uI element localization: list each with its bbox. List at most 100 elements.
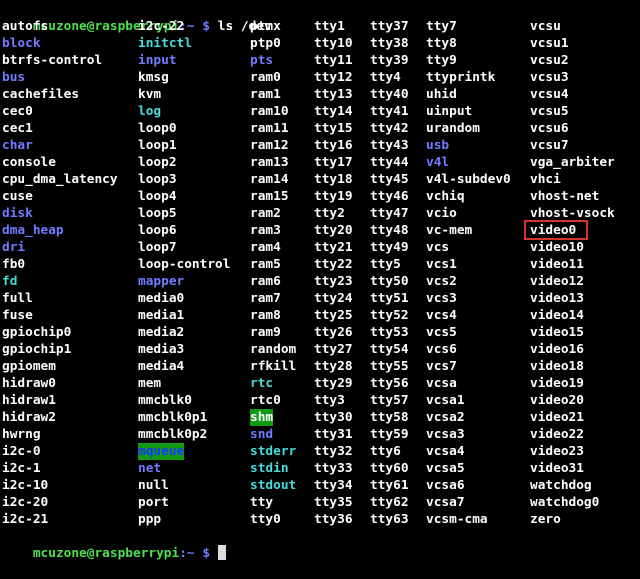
entry-net: net — [138, 461, 162, 476]
entry-video11: video11 — [530, 257, 584, 272]
entry-kmsg: kmsg — [138, 70, 169, 85]
entry-loop3: loop3 — [138, 172, 177, 187]
entry-vcsa4: vcsa4 — [426, 444, 465, 459]
entry-tty56: tty56 — [370, 376, 409, 391]
listing-row: hidraw2 mmcblk0p1 shm tty30 tty58 vcsa2 video2… — [0, 409, 640, 426]
entry-vcsu6: vcsu6 — [530, 121, 569, 136]
entry-mqueue: mqueue — [138, 443, 185, 460]
entry-tty2: tty2 — [314, 206, 345, 221]
entry-tty16: tty16 — [314, 138, 353, 153]
entry-i2c-20: i2c-20 — [2, 495, 49, 510]
entry-block: block — [2, 36, 41, 51]
entry-ram9: ram9 — [250, 325, 281, 340]
entry-tty24: tty24 — [314, 291, 353, 306]
listing-row: hidraw0 mem rtc tty29 tty56 vcsa video19 — [0, 375, 640, 392]
entry-loop1: loop1 — [138, 138, 177, 153]
entry-video16: video16 — [530, 342, 584, 357]
terminal-window[interactable]: mcuzone@raspberrypi:~ $ ls /dev autofs i2… — [0, 0, 640, 561]
entry-tty15: tty15 — [314, 121, 353, 136]
entry-tty1: tty1 — [314, 19, 345, 34]
entry-bus: bus — [2, 70, 26, 85]
entry-media1: media1 — [138, 308, 185, 323]
entry-char: char — [2, 138, 33, 153]
entry-vcio: vcio — [426, 206, 457, 221]
entry-loop5: loop5 — [138, 206, 177, 221]
entry-tty14: tty14 — [314, 104, 353, 119]
entry-loop2: loop2 — [138, 155, 177, 170]
entry-loop6: loop6 — [138, 223, 177, 238]
entry-vcsa: vcsa — [426, 376, 457, 391]
entry-tty7: tty7 — [426, 19, 457, 34]
entry-media2: media2 — [138, 325, 185, 340]
entry-tty61: tty61 — [370, 478, 409, 493]
entry-disk: disk — [2, 206, 33, 221]
listing-row: fb0 loop-control ram5 tty22 tty5 vcs1 video11 — [0, 256, 640, 273]
entry-snd: snd — [250, 427, 274, 442]
listing-row: i2c-10 null stdout tty34 tty61 vcsa6 watchdog — [0, 477, 640, 494]
entry-media4: media4 — [138, 359, 185, 374]
listing-row: char loop1 ram12 tty16 tty43 usb vcsu7 — [0, 137, 640, 154]
current-prompt-line[interactable]: mcuzone@raspberrypi:~ $ — [2, 528, 226, 561]
entry-tty23: tty23 — [314, 274, 353, 289]
entry-ram10: ram10 — [250, 104, 289, 119]
entry-tty8: tty8 — [426, 36, 457, 51]
entry-rfkill: rfkill — [250, 359, 297, 374]
entry-stderr: stderr — [250, 444, 297, 459]
entry-tty37: tty37 — [370, 19, 409, 34]
entry-cpu-dma-latency: cpu_dma_latency — [2, 172, 118, 187]
entry-mapper: mapper — [138, 274, 185, 289]
listing-row: gpiochip0 media2 ram9 tty26 tty53 vcs5 video15 — [0, 324, 640, 341]
entry-media3: media3 — [138, 342, 185, 357]
entry-video31: video31 — [530, 461, 584, 476]
entry-fd: fd — [2, 274, 18, 289]
entry-vga-arbiter: vga_arbiter — [530, 155, 615, 170]
entry-cec0: cec0 — [2, 104, 33, 119]
entry-tty52: tty52 — [370, 308, 409, 323]
listing-row: cuse loop4 ram15 tty19 tty46 vchiq vhost-net — [0, 188, 640, 205]
entry-tty49: tty49 — [370, 240, 409, 255]
entry-ram3: ram3 — [250, 223, 281, 238]
entry-vcsu2: vcsu2 — [530, 53, 569, 68]
entry-tty34: tty34 — [314, 478, 353, 493]
entry-ram12: ram12 — [250, 138, 289, 153]
entry-tty: tty — [250, 495, 274, 510]
entry-urandom: urandom — [426, 121, 480, 136]
entry-hidraw0: hidraw0 — [2, 376, 56, 391]
entry-log: log — [138, 104, 162, 119]
entry-stdout: stdout — [250, 478, 297, 493]
entry-tty20: tty20 — [314, 223, 353, 238]
entry-tty10: tty10 — [314, 36, 353, 51]
entry-hwrng: hwrng — [2, 427, 41, 442]
entry-mmcblk0p1: mmcblk0p1 — [138, 410, 208, 425]
entry-tty12: tty12 — [314, 70, 353, 85]
listing-row: gpiochip1 media3 random tty27 tty54 vcs6 video… — [0, 341, 640, 358]
entry-tty43: tty43 — [370, 138, 409, 153]
listing-row: cec0 log ram10 tty14 tty41 uinput vcsu5 — [0, 103, 640, 120]
entry-cuse: cuse — [2, 189, 33, 204]
listing-row: fd mapper ram6 tty23 tty50 vcs2 video12 — [0, 273, 640, 290]
entry-ram2: ram2 — [250, 206, 281, 221]
entry-tty54: tty54 — [370, 342, 409, 357]
entry-vcsu: vcsu — [530, 19, 561, 34]
entry-ram5: ram5 — [250, 257, 281, 272]
entry-tty57: tty57 — [370, 393, 409, 408]
entry-loop4: loop4 — [138, 189, 177, 204]
entry-ptp0: ptp0 — [250, 36, 281, 51]
entry-ram13: ram13 — [250, 155, 289, 170]
entry-full: full — [2, 291, 33, 306]
entry-ram0: ram0 — [250, 70, 281, 85]
entry-null: null — [138, 478, 169, 493]
entry-vcsa5: vcsa5 — [426, 461, 465, 476]
entry-ptmx: ptmx — [250, 19, 281, 34]
entry-ram6: ram6 — [250, 274, 281, 289]
entry-tty26: tty26 — [314, 325, 353, 340]
entry-vcsa6: vcsa6 — [426, 478, 465, 493]
entry-vcsa7: vcsa7 — [426, 495, 465, 510]
entry-tty6: tty6 — [370, 444, 401, 459]
entry-vcs5: vcs5 — [426, 325, 457, 340]
entry-tty18: tty18 — [314, 172, 353, 187]
entry-initctl: initctl — [138, 36, 192, 51]
entry-tty4: tty4 — [370, 70, 401, 85]
entry-ttyprintk: ttyprintk — [426, 70, 496, 85]
entry-tty29: tty29 — [314, 376, 353, 391]
